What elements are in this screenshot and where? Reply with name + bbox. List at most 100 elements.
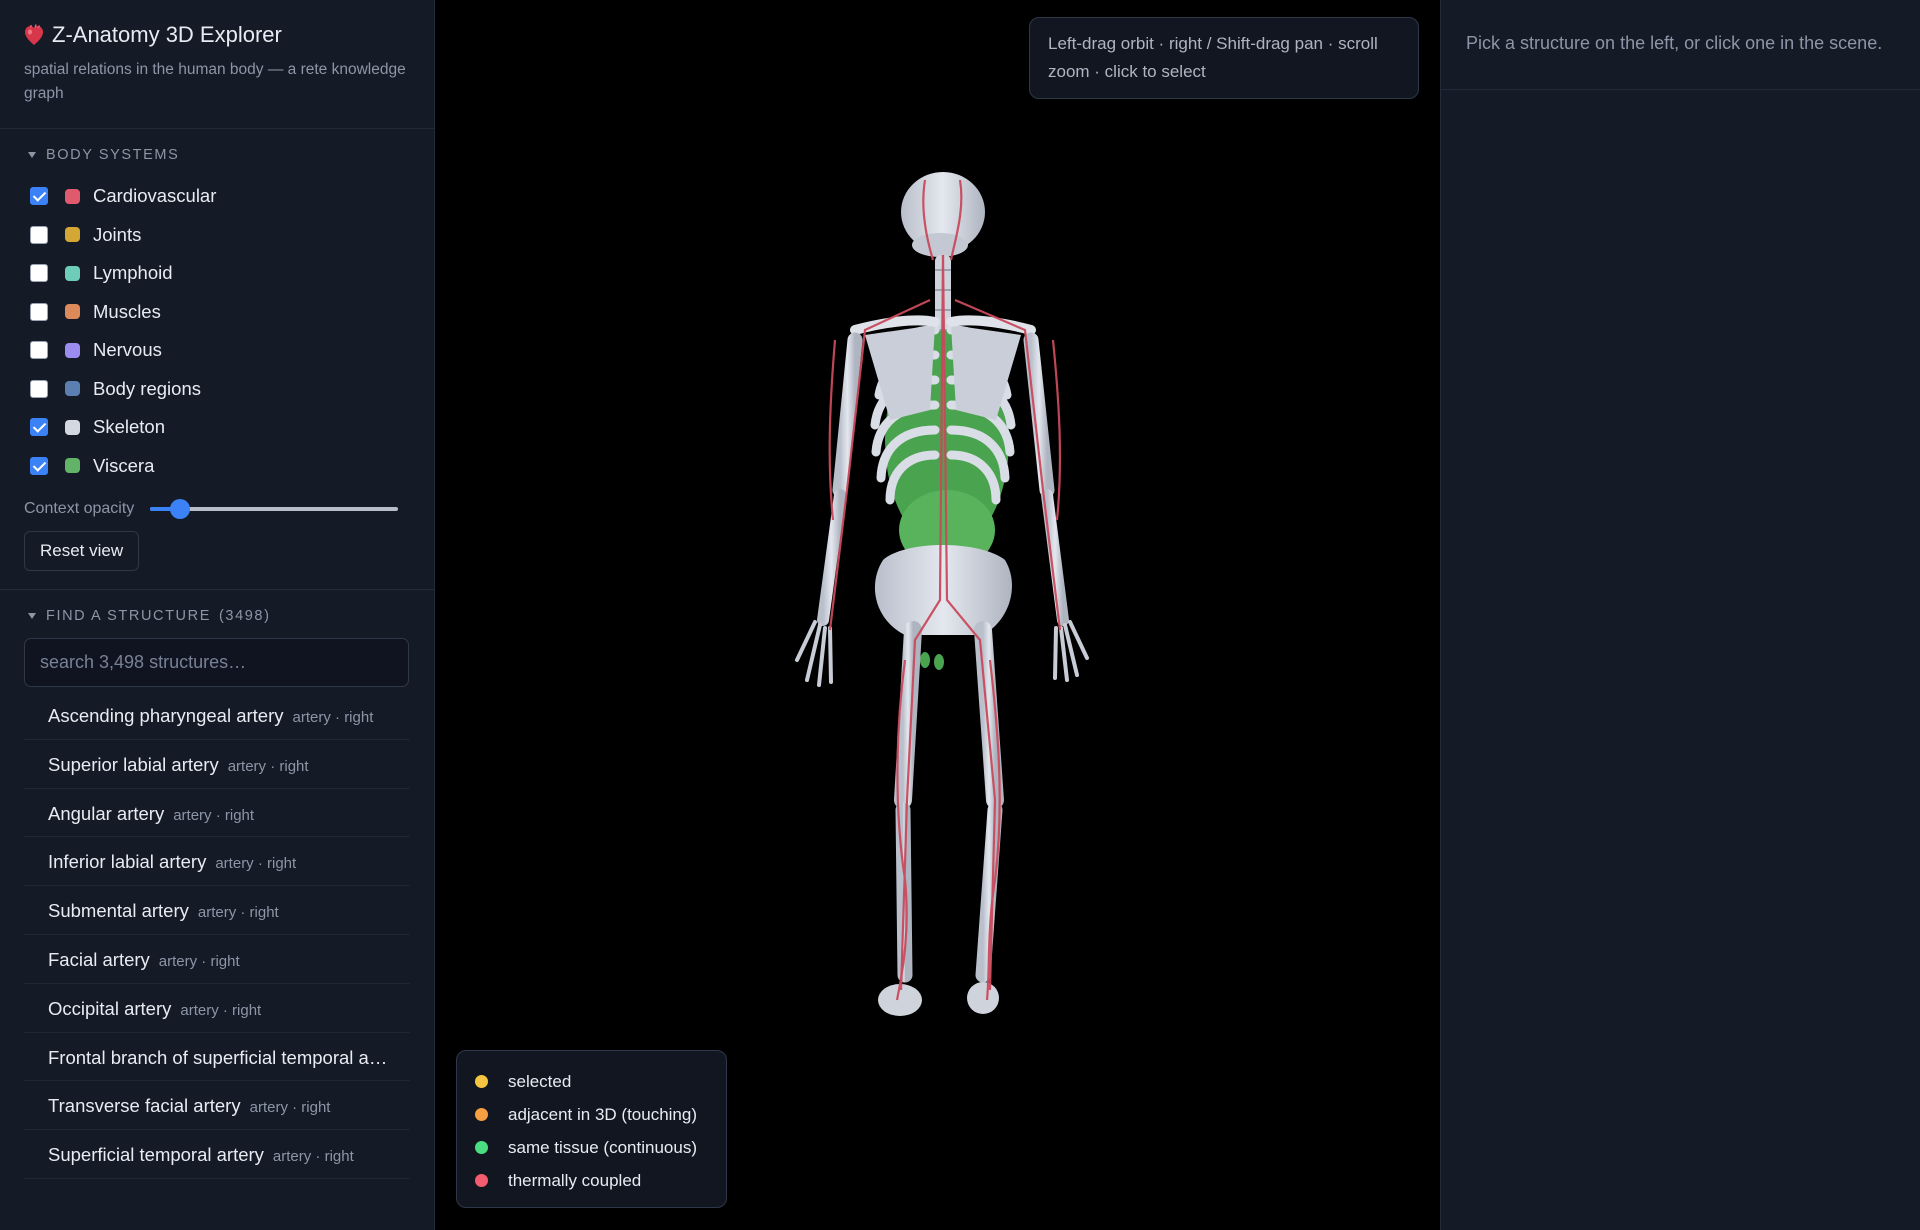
search-results-list: Ascending pharyngeal artery artery · righ… bbox=[24, 691, 410, 1179]
system-row-joints[interactable]: Joints bbox=[24, 216, 410, 255]
system-row-lymphoid[interactable]: Lymphoid bbox=[24, 254, 410, 293]
result-meta: artery · right bbox=[227, 757, 309, 775]
scene-viewport[interactable]: Left-drag orbit · right / Shift-drag pan… bbox=[435, 0, 1440, 1230]
result-meta: artery · right bbox=[215, 855, 297, 873]
legend-item: selected bbox=[475, 1065, 708, 1098]
search-result-item[interactable]: Inferior labial artery artery · right bbox=[24, 837, 410, 887]
result-meta: artery · right bbox=[158, 952, 240, 970]
body-systems-section: BODY SYSTEMS Cardiovascular Joints Lymphoi… bbox=[0, 129, 434, 590]
system-checkbox[interactable] bbox=[30, 418, 48, 437]
legend-dot bbox=[475, 1108, 488, 1121]
system-row-cardiovascular[interactable]: Cardiovascular bbox=[24, 177, 410, 216]
find-structure-header[interactable]: FIND A STRUCTURE (3498) bbox=[24, 608, 410, 624]
system-label: Nervous bbox=[93, 339, 162, 361]
system-row-muscles[interactable]: Muscles bbox=[24, 293, 410, 332]
legend-label: thermally coupled bbox=[508, 1170, 642, 1190]
system-checkbox[interactable] bbox=[30, 225, 48, 244]
system-row-skeleton[interactable]: Skeleton bbox=[24, 408, 410, 447]
system-color-swatch bbox=[65, 265, 80, 281]
search-result-item[interactable]: Facial artery artery · right bbox=[24, 935, 410, 984]
system-row-viscera[interactable]: Viscera bbox=[24, 447, 410, 486]
pelvis[interactable] bbox=[874, 545, 1012, 635]
system-color-swatch bbox=[65, 304, 80, 320]
system-row-body-regions[interactable]: Body regions bbox=[24, 370, 410, 409]
result-name: Transverse facial artery bbox=[48, 1095, 241, 1117]
search-result-item[interactable]: Occipital artery artery · right bbox=[24, 984, 410, 1033]
details-panel: Pick a structure on the left, or click o… bbox=[1440, 0, 1920, 1230]
search-result-item[interactable]: Submental artery artery · right bbox=[24, 886, 410, 935]
search-result-item[interactable]: Frontal branch of superficial temporal a… bbox=[24, 1033, 410, 1082]
legend-dot bbox=[475, 1075, 488, 1088]
system-checkbox[interactable] bbox=[30, 264, 48, 283]
result-meta: artery · right bbox=[173, 806, 255, 824]
result-meta: artery · right bbox=[292, 709, 374, 726]
legend-item: thermally coupled bbox=[475, 1164, 708, 1197]
app-title: Z-Anatomy 3D Explorer bbox=[24, 22, 410, 48]
search-result-item[interactable]: Ascending pharyngeal artery artery · righ… bbox=[24, 691, 410, 740]
app: Z-Anatomy 3D Explorer spatial relations … bbox=[0, 0, 1920, 1230]
legend-label: same tissue (continuous) bbox=[508, 1137, 697, 1157]
system-label: Skeleton bbox=[93, 416, 165, 438]
result-name: Superficial temporal artery bbox=[48, 1144, 264, 1166]
result-name: Ascending pharyngeal artery bbox=[48, 705, 284, 726]
result-name: Facial artery bbox=[48, 948, 150, 970]
find-structure-heading: FIND A STRUCTURE bbox=[46, 608, 211, 624]
system-row-nervous[interactable]: Nervous bbox=[24, 331, 410, 370]
system-checkbox[interactable] bbox=[30, 456, 48, 475]
system-checkbox[interactable] bbox=[30, 341, 48, 360]
structure-search-input[interactable] bbox=[24, 638, 409, 687]
result-meta: artery · right bbox=[272, 1148, 354, 1166]
find-structure-section: FIND A STRUCTURE (3498) Ascending pharyn… bbox=[0, 590, 434, 1197]
system-checkbox[interactable] bbox=[30, 379, 48, 398]
legs[interactable] bbox=[894, 621, 1004, 983]
heart-icon bbox=[25, 24, 43, 45]
context-opacity-row: Context opacity bbox=[24, 499, 410, 519]
result-name: Frontal branch of superficial temporal a… bbox=[48, 1046, 388, 1068]
system-color-swatch bbox=[65, 381, 80, 397]
system-label: Muscles bbox=[93, 300, 161, 322]
system-color-swatch bbox=[65, 188, 80, 204]
anatomy-3d-model[interactable] bbox=[435, 0, 1440, 1230]
system-label: Joints bbox=[93, 223, 142, 245]
legend-item: same tissue (continuous) bbox=[475, 1131, 708, 1164]
legend-dot bbox=[475, 1174, 488, 1187]
context-opacity-slider[interactable] bbox=[150, 499, 399, 519]
search-result-item[interactable]: Superior labial artery artery · right bbox=[24, 740, 410, 789]
system-label: Viscera bbox=[93, 454, 155, 476]
system-label: Body regions bbox=[93, 377, 201, 399]
context-opacity-label: Context opacity bbox=[24, 500, 135, 517]
system-color-swatch bbox=[65, 458, 80, 474]
body-systems-header[interactable]: BODY SYSTEMS bbox=[24, 147, 410, 163]
brand-header: Z-Anatomy 3D Explorer spatial relations … bbox=[0, 0, 434, 129]
sidebar: Z-Anatomy 3D Explorer spatial relations … bbox=[0, 0, 435, 1230]
system-checkbox[interactable] bbox=[30, 187, 48, 206]
system-color-swatch bbox=[65, 342, 80, 358]
result-name: Superior labial artery bbox=[48, 753, 219, 775]
system-checkbox[interactable] bbox=[30, 302, 48, 321]
caret-down-icon bbox=[28, 613, 36, 619]
legend-dot bbox=[475, 1141, 488, 1154]
result-meta: artery · right bbox=[249, 1099, 331, 1117]
search-result-item[interactable]: Superficial temporal artery artery · righ… bbox=[24, 1130, 410, 1179]
controls-hint: Left-drag orbit · right / Shift-drag pan… bbox=[1029, 17, 1419, 99]
search-result-item[interactable]: Transverse facial artery artery · right bbox=[24, 1081, 410, 1131]
result-meta: artery · right bbox=[180, 1001, 262, 1019]
system-label: Cardiovascular bbox=[93, 185, 217, 207]
result-name: Inferior labial artery bbox=[48, 851, 207, 873]
legend-label: selected bbox=[508, 1071, 572, 1091]
body-systems-heading: BODY SYSTEMS bbox=[46, 147, 180, 163]
app-title-text: Z-Anatomy 3D Explorer bbox=[52, 22, 282, 47]
legend-item: adjacent in 3D (touching) bbox=[475, 1098, 708, 1131]
search-result-item[interactable]: Angular artery artery · right bbox=[24, 789, 410, 838]
result-name: Submental artery bbox=[48, 900, 189, 922]
systems-list: Cardiovascular Joints Lymphoid Muscles Nervo… bbox=[24, 177, 410, 485]
relation-legend: selected adjacent in 3D (touching) same ti… bbox=[456, 1050, 727, 1208]
slider-thumb[interactable] bbox=[170, 499, 191, 519]
structure-count: (3498) bbox=[218, 608, 271, 624]
reset-view-button[interactable]: Reset view bbox=[24, 531, 140, 571]
app-subtitle: spatial relations in the human body — a … bbox=[24, 61, 406, 102]
result-name: Angular artery bbox=[48, 802, 165, 824]
system-label: Lymphoid bbox=[93, 262, 173, 284]
system-color-swatch bbox=[65, 227, 80, 243]
legend-label: adjacent in 3D (touching) bbox=[508, 1104, 698, 1124]
